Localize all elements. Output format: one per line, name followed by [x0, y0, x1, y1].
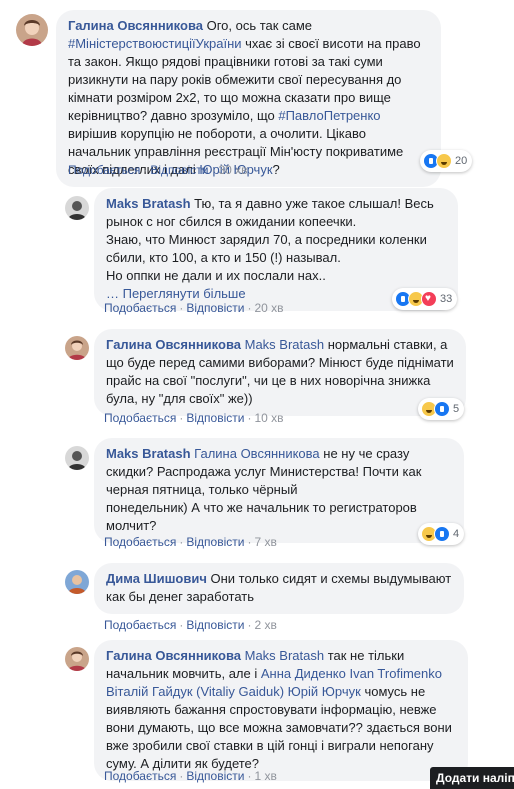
- love-reaction-icon: [421, 291, 437, 307]
- reaction-icons: [421, 401, 450, 417]
- comment-author[interactable]: Дима Шишович: [106, 571, 207, 586]
- reaction-summary[interactable]: 20: [420, 150, 473, 172]
- comment-text-segment: Ого, ось так саме: [203, 18, 312, 33]
- like-button[interactable]: Подобається: [68, 163, 140, 177]
- mention-link[interactable]: Юрій Юрчук: [288, 684, 361, 699]
- comment-bubble: Дима Шишович Они только сидят и схемы вы…: [94, 563, 464, 614]
- reaction-count: 20: [455, 155, 468, 167]
- avatar[interactable]: [65, 196, 89, 220]
- comment-actions: Подобається · Відповісти · 20 хв: [104, 301, 284, 315]
- comment-actions: Подобається · Відповісти · 1 хв: [104, 769, 277, 783]
- mention-link[interactable]: Maks Bratash: [241, 337, 324, 352]
- like-button[interactable]: Подобається: [104, 535, 176, 549]
- comment-bubble: Maks Bratash Галина Овсянникова не ну че…: [94, 438, 464, 543]
- mention-link[interactable]: Ivan Trofimenko: [349, 666, 442, 681]
- reaction-icons: [395, 291, 437, 307]
- like-button[interactable]: Подобається: [104, 301, 176, 315]
- like-reaction-icon: [434, 401, 450, 417]
- comment-author[interactable]: Maks Bratash: [106, 196, 191, 211]
- mention-link[interactable]: Maks Bratash: [241, 648, 324, 663]
- reply-button[interactable]: Відповісти: [186, 411, 244, 425]
- avatar[interactable]: [65, 647, 89, 671]
- comment-text-segment: ?: [272, 162, 280, 177]
- comment-time[interactable]: 30 хв: [218, 163, 247, 177]
- reaction-count: 33: [440, 293, 453, 305]
- reaction-icons: [421, 526, 450, 542]
- comment-time[interactable]: 2 хв: [254, 618, 276, 632]
- reaction-icons: [423, 153, 452, 169]
- comment-actions: Подобається · Відповісти · 7 хв: [104, 535, 277, 549]
- mention-link[interactable]: Анна Диденко: [261, 666, 346, 681]
- comment-author[interactable]: Галина Овсянникова: [68, 18, 203, 33]
- comment-time[interactable]: 7 хв: [254, 535, 276, 549]
- avatar[interactable]: [65, 446, 89, 470]
- comment-text: Тю, та я давно уже такое слышал! Весь ры…: [106, 196, 434, 301]
- reply-button[interactable]: Відповісти: [150, 163, 208, 177]
- avatar[interactable]: [16, 14, 48, 46]
- haha-reaction-icon: [436, 153, 452, 169]
- comment-actions: Подобається · Відповісти · 30 хв: [68, 163, 248, 177]
- reaction-summary[interactable]: 4: [418, 523, 465, 545]
- comment-actions: Подобається · Відповісти · 10 хв: [104, 411, 284, 425]
- comment-time[interactable]: 20 хв: [254, 301, 283, 315]
- comment-bubble: Галина Овсянникова Maks Bratash так не т…: [94, 640, 468, 781]
- comment-actions: Подобається · Відповісти · 2 хв: [104, 618, 277, 632]
- reply-button[interactable]: Відповісти: [186, 535, 244, 549]
- reaction-summary[interactable]: 33: [392, 288, 458, 310]
- like-button[interactable]: Подобається: [104, 769, 176, 783]
- mention-link[interactable]: Галина Овсянникова: [191, 446, 320, 461]
- avatar[interactable]: [65, 570, 89, 594]
- like-reaction-icon: [434, 526, 450, 542]
- comment-time[interactable]: 10 хв: [254, 411, 283, 425]
- add-sticker-button[interactable]: Додати наліпку: [430, 767, 514, 789]
- mention-link[interactable]: Віталій Гайдук (Vitaliy Gaiduk): [106, 684, 284, 699]
- mention-link[interactable]: #МіністерствоюстиціїУкраїни: [68, 36, 242, 51]
- mention-link[interactable]: #ПавлоПетренко: [278, 108, 380, 123]
- comment-text: Maks Bratash так не тільки начальник мов…: [106, 648, 452, 771]
- see-more-link[interactable]: … Переглянути більше: [106, 286, 246, 301]
- reply-button[interactable]: Відповісти: [186, 618, 244, 632]
- reaction-count: 5: [453, 403, 460, 415]
- like-button[interactable]: Подобається: [104, 618, 176, 632]
- reaction-count: 4: [453, 528, 460, 540]
- reply-button[interactable]: Відповісти: [186, 769, 244, 783]
- comment-author[interactable]: Галина Овсянникова: [106, 337, 241, 352]
- comment-text: Ого, ось так саме #МіністерствоюстиціїУк…: [68, 18, 421, 177]
- like-button[interactable]: Подобається: [104, 411, 176, 425]
- comment-bubble: Галина Овсянникова Maks Bratash нормальн…: [94, 329, 466, 416]
- reaction-summary[interactable]: 5: [418, 398, 465, 420]
- comment-time[interactable]: 1 хв: [254, 769, 276, 783]
- comment-author[interactable]: Галина Овсянникова: [106, 648, 241, 663]
- reply-button[interactable]: Відповісти: [186, 301, 244, 315]
- comment-thread: Галина Овсянникова Ого, ось так саме #Мі…: [0, 0, 514, 789]
- comment-author[interactable]: Maks Bratash: [106, 446, 191, 461]
- avatar[interactable]: [65, 336, 89, 360]
- comment-bubble: Галина Овсянникова Ого, ось так саме #Мі…: [56, 10, 441, 187]
